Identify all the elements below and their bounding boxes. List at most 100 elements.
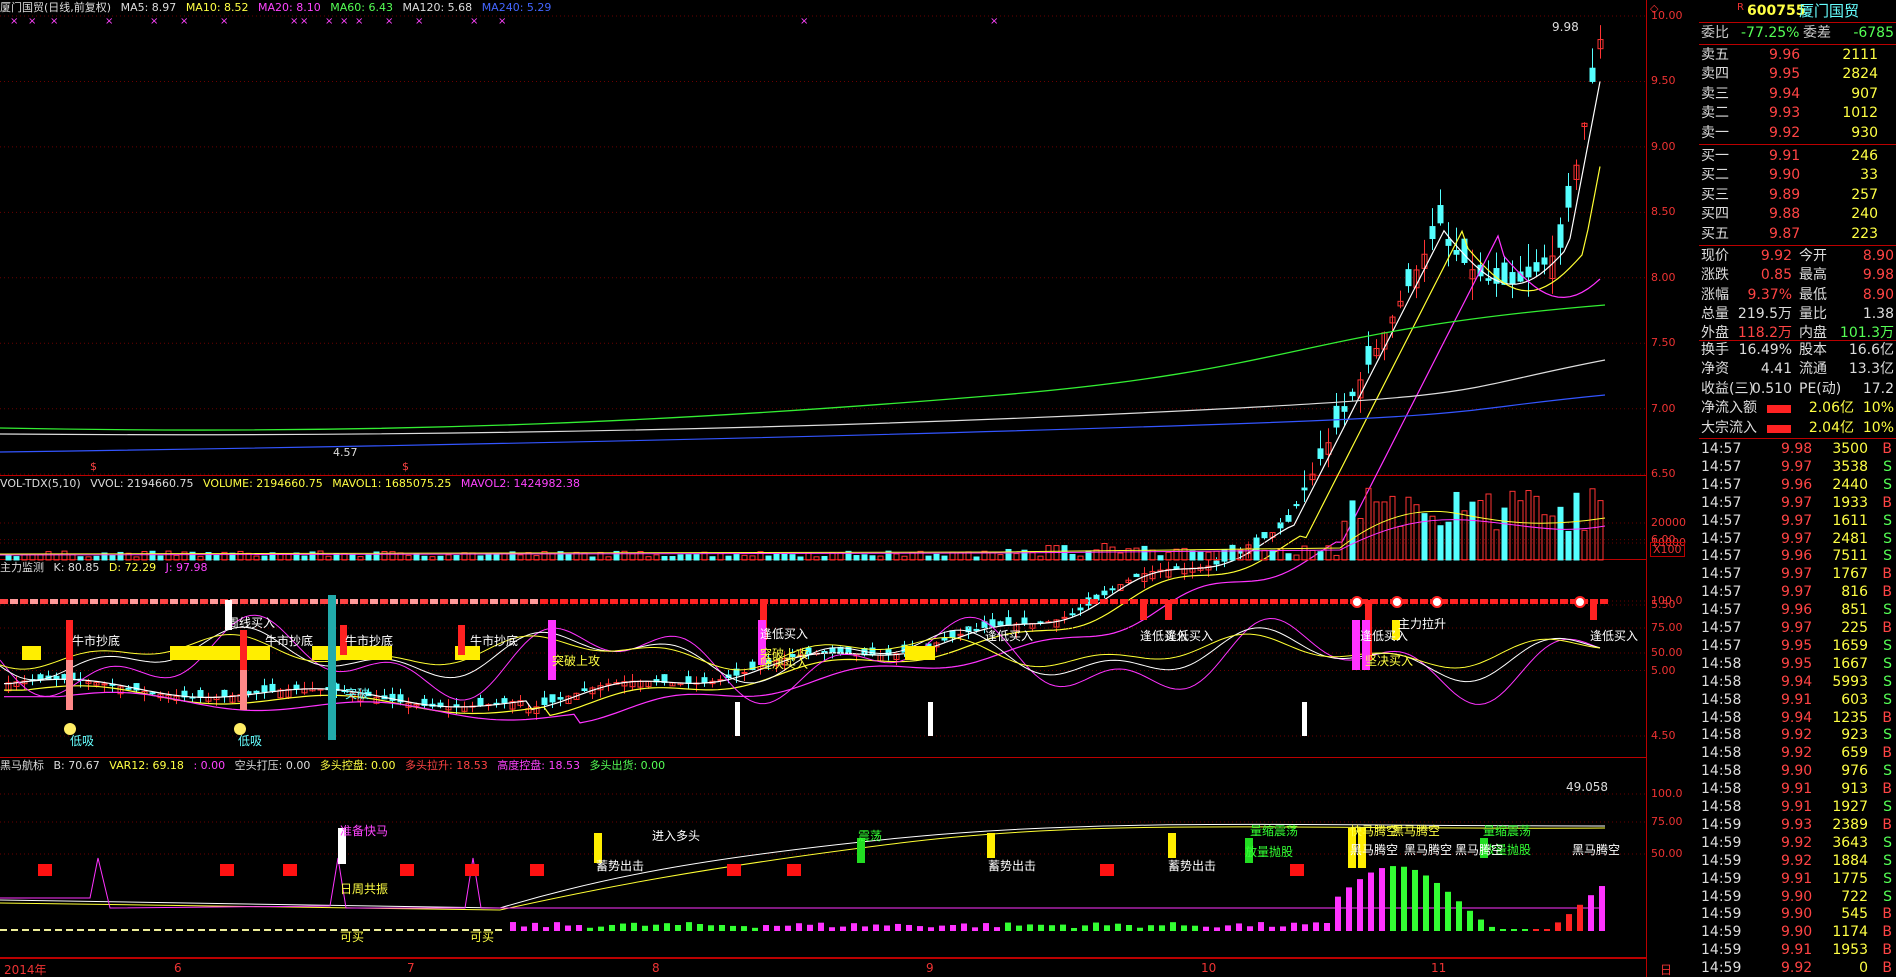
stat-row-cell: 量比 [1799, 305, 1827, 322]
date-label: 2014年 [4, 963, 47, 977]
tick-cell: 659 [1841, 745, 1868, 762]
marker: × [150, 16, 158, 27]
hm-bar [1357, 879, 1363, 931]
candle-body [1445, 239, 1452, 246]
bid-row: 买三 9.89 257 [1699, 186, 1896, 205]
signal-strip [480, 599, 488, 604]
chart-area[interactable]: 厦门国贸(日线,前复权) MA5: 8.97 MA10: 8.52 MA20: … [0, 0, 1686, 977]
hm-bar [741, 926, 747, 931]
date-label: 7 [407, 961, 415, 975]
mavol2-line [0, 519, 1606, 556]
hm-bar [1478, 919, 1484, 931]
hm-bar [950, 925, 956, 931]
hm-bar [165, 929, 172, 931]
signal-strip [660, 599, 668, 604]
hm-bar [1588, 895, 1594, 931]
hm-bar [121, 929, 128, 931]
signal-strip [780, 599, 788, 604]
signal-strip [740, 599, 748, 604]
volume-bar [1213, 550, 1220, 561]
tick-row: 14:58 9.92 923 S [1699, 726, 1896, 744]
signal-strip [690, 599, 698, 604]
date-label: 8 [652, 961, 660, 975]
tick-cell: 1953 [1832, 942, 1868, 959]
signal-strip [1200, 599, 1208, 604]
hm-bar [631, 922, 637, 931]
hm-panel[interactable]: 黑马航标 B: 70.67 VAR12: 69.18 : 0.00 空头打压: … [0, 758, 1683, 958]
tick-row: 14:58 9.94 1235 B [1699, 709, 1896, 727]
weibi-row: 委比 -77.25% 委差 -6785 [1699, 24, 1896, 43]
signal-square [220, 864, 234, 876]
kdj-chart[interactable]: 牛市抄底 牛市抄底 牛市抄底 牛市抄底周线买入突破上攻逢低买入突破上攻坚决买入逢低买入… [0, 560, 1647, 758]
kdj-panel[interactable]: 主力监测 K: 80.85 D: 72.29 J: 97.98 牛市抄底 牛市抄底… [0, 560, 1683, 758]
tick-cell: 9.92 [1781, 960, 1813, 977]
hm-bar [407, 929, 414, 931]
yellow-box [170, 646, 270, 660]
tick-cell: 9.98 [1781, 441, 1813, 457]
ma60-line [0, 304, 1606, 431]
signal-strip [1010, 599, 1018, 604]
period-label[interactable]: 日线 [1660, 961, 1672, 977]
signal-strip [390, 599, 398, 604]
stat-row-cell: 现价 [1701, 248, 1729, 264]
signal-bar [1352, 620, 1360, 670]
hm-bar [1159, 925, 1165, 931]
weibi-label: 委比 [1701, 25, 1729, 41]
tick-row: 14:58 9.91 603 S [1699, 691, 1896, 709]
volume-bar [165, 550, 172, 561]
tick-row: 14:57 9.96 7511 S [1699, 547, 1896, 565]
bid-row-cell: 223 [1851, 225, 1878, 242]
volume-bar [61, 550, 68, 561]
tick-cell: 1659 [1832, 637, 1868, 654]
signal-strip [1150, 599, 1158, 604]
hm-bar [88, 929, 95, 931]
hm-signal-label: 蓄势出击 [1168, 859, 1216, 873]
hm-bar [653, 924, 659, 931]
signal-strip [770, 599, 778, 604]
hm-bar [1489, 926, 1495, 931]
signal-strip [150, 599, 158, 604]
tick-cell: 14:58 [1701, 727, 1742, 744]
price-panel[interactable]: 厦门国贸(日线,前复权) MA5: 8.97 MA10: 8.52 MA20: … [0, 0, 1683, 742]
signal-strip [900, 599, 908, 604]
price-low-label: 4.57 [333, 446, 358, 459]
signal-strip [820, 599, 828, 604]
tick-cell: 14:58 [1701, 709, 1742, 726]
hm-signal-label: 黑马腾空 [1392, 823, 1440, 838]
hm-bar [862, 926, 868, 931]
hm-bar [1269, 926, 1275, 931]
volume-panel[interactable]: VOL-TDX(5,10) VVOL: 2194660.75 VOLUME: 2… [0, 476, 1686, 561]
hm-bar [510, 922, 516, 931]
volume-bar [1269, 549, 1276, 561]
tick-row: 14:57 9.97 2481 S [1699, 530, 1896, 548]
hm-bar [697, 924, 703, 931]
ask-row-cell: 907 [1851, 85, 1878, 102]
tick-cell: B [1882, 709, 1892, 726]
signal-strip [410, 599, 418, 604]
hm-bar [1555, 922, 1561, 931]
signal-strip [730, 599, 738, 604]
signal-strip [680, 599, 688, 604]
date-label: 11 [1431, 961, 1447, 975]
signal-strip [1250, 599, 1258, 604]
flow-row-cell: 2.04亿 [1808, 419, 1854, 436]
price-chart[interactable]: × × × × × × × × × × × × × × × × × ×◇$ $ [0, 0, 1659, 737]
signal-strip [170, 599, 178, 604]
signal-strip [1310, 599, 1318, 604]
hm-chart[interactable]: 准备快马日周共振可买 可买 进入多头蓄势出击 震荡蓄势出击 蓄势出击 量缩震荡放量抛股 快马… [0, 758, 1647, 958]
stat-row-cell: 净资 [1701, 361, 1729, 378]
volume-bar [1517, 500, 1524, 561]
tick-cell: 14:57 [1701, 441, 1742, 457]
hm-bar [675, 925, 681, 931]
hm-signal-label: 蓄势出击 [596, 859, 644, 873]
signal-strip [1000, 599, 1008, 604]
volume-chart[interactable] [0, 476, 1647, 561]
volume-bar [149, 550, 156, 561]
signal-strip [580, 599, 588, 604]
candle-body [1485, 278, 1492, 281]
hm-bar [807, 924, 813, 931]
hm-bar [1115, 923, 1121, 931]
hm-bar [22, 929, 29, 931]
date-axis: 2014年 6 7 8 9 10 11 日线 [0, 958, 1672, 977]
hm-signal-label: 快马腾空 [1350, 823, 1398, 838]
